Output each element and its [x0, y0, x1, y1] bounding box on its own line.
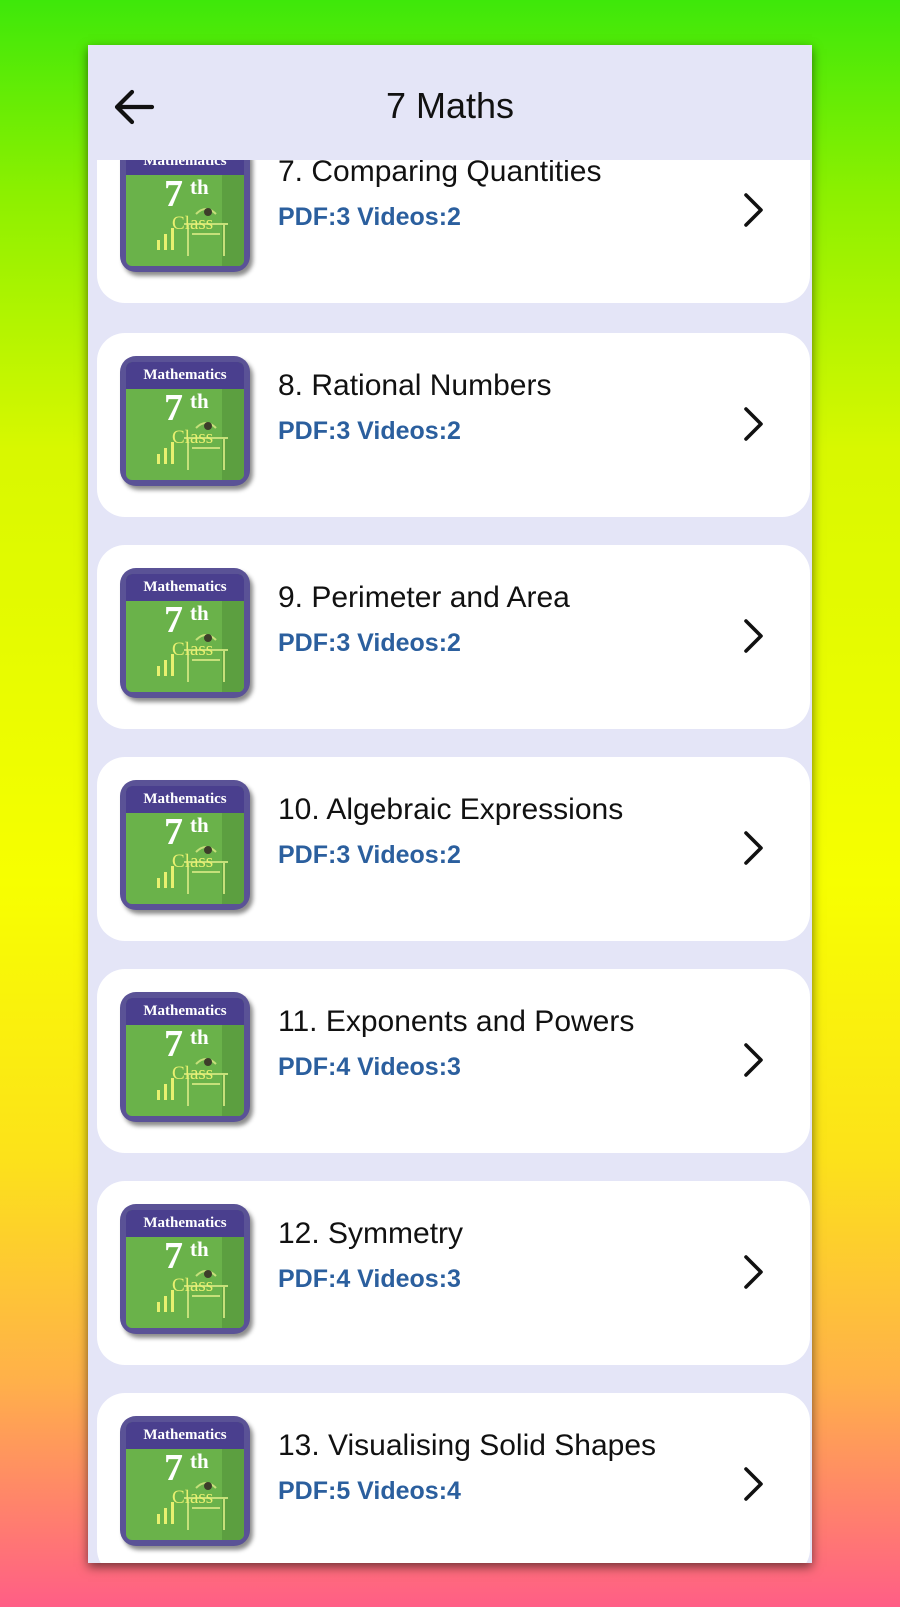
chapter-title: 13. Visualising Solid Shapes	[278, 1429, 657, 1462]
chapter-meta: PDF:3 Videos:2	[278, 417, 461, 445]
thumbnail-banner: Mathematics	[126, 1422, 244, 1449]
thumbnail-class-label: Class	[172, 639, 214, 660]
chapter-title: 10. Algebraic Expressions	[278, 793, 624, 826]
chapter-meta: PDF:5 Videos:4	[278, 1477, 461, 1505]
chapter-card[interactable]: Mathematics 7 th Class 9. Perimeter and …	[97, 545, 810, 729]
chapter-list[interactable]: Mathematics 7 th Class 7. Comparing Quan…	[88, 45, 812, 1563]
chapter-title: 12. Symmetry	[278, 1217, 464, 1250]
thumbnail-banner: Mathematics	[126, 574, 244, 601]
thumbnail-banner: Mathematics	[126, 1210, 244, 1237]
thumbnail-grade-suffix: th	[190, 389, 209, 413]
chapter-meta: PDF:3 Videos:2	[278, 841, 461, 869]
chapter-title: 7. Comparing Quantities	[278, 155, 602, 188]
chapter-meta: PDF:3 Videos:2	[278, 203, 461, 231]
chapter-meta: PDF:4 Videos:3	[278, 1053, 461, 1081]
thumbnail-grade-suffix: th	[190, 601, 209, 625]
chevron-right-icon	[744, 407, 763, 441]
chevron-right-icon	[744, 1043, 763, 1077]
chapter-card[interactable]: Mathematics 7 th Class 11. Exponents and…	[97, 969, 810, 1153]
thumbnail-grade-suffix: th	[190, 1449, 209, 1473]
chevron-right-icon	[744, 831, 763, 865]
thumbnail-class-label: Class	[172, 1275, 214, 1296]
chapter-meta: PDF:3 Videos:2	[278, 629, 461, 657]
chevron-right-icon	[744, 1255, 763, 1289]
chapter-card[interactable]: Mathematics 7 th Class 10. Algebraic Exp…	[97, 757, 810, 941]
chapter-card[interactable]: Mathematics 7 th Class 8. Rational Numbe…	[97, 333, 810, 517]
chapter-thumbnail: Mathematics 7 th Class	[120, 568, 250, 698]
chapter-thumbnail: Mathematics 7 th Class	[120, 356, 250, 486]
thumbnail-banner: Mathematics	[126, 998, 244, 1025]
thumbnail-banner: Mathematics	[126, 362, 244, 389]
thumbnail-class-label: Class	[172, 1063, 214, 1084]
app-bar: 7 Maths	[88, 45, 812, 160]
thumbnail-grade-suffix: th	[190, 813, 209, 837]
chapter-thumbnail: Mathematics 7 th Class	[120, 992, 250, 1122]
page-title: 7 Maths	[385, 85, 515, 126]
thumbnail-grade-suffix: th	[190, 175, 209, 199]
chapter-card[interactable]: Mathematics 7 th Class 12. Symmetry PDF:…	[97, 1181, 810, 1365]
thumbnail-class-label: Class	[172, 213, 214, 234]
chapter-card[interactable]: Mathematics 7 th Class 13. Visualising S…	[97, 1393, 810, 1563]
thumbnail-class-label: Class	[172, 427, 214, 448]
thumbnail-grade-suffix: th	[190, 1025, 209, 1049]
thumbnail-banner: Mathematics	[126, 786, 244, 813]
chevron-right-icon	[744, 619, 763, 653]
chevron-right-icon	[744, 193, 763, 227]
chapter-title: 9. Perimeter and Area	[278, 581, 570, 614]
chapter-thumbnail: Mathematics 7 th Class	[120, 780, 250, 910]
chapter-thumbnail: Mathematics 7 th Class	[120, 1416, 250, 1546]
thumbnail-grade-suffix: th	[190, 1237, 209, 1261]
app-screen: Mathematics 7 th Class 7. Comparing Quan…	[88, 45, 812, 1563]
chevron-right-icon	[744, 1467, 763, 1501]
chapter-title: 11. Exponents and Powers	[278, 1005, 635, 1038]
chapter-thumbnail: Mathematics 7 th Class	[120, 142, 250, 272]
chapter-thumbnail: Mathematics 7 th Class	[120, 1204, 250, 1334]
thumbnail-class-label: Class	[172, 1487, 214, 1508]
chapter-title: 8. Rational Numbers	[278, 369, 552, 402]
thumbnail-class-label: Class	[172, 851, 214, 872]
chapter-meta: PDF:4 Videos:3	[278, 1265, 461, 1293]
